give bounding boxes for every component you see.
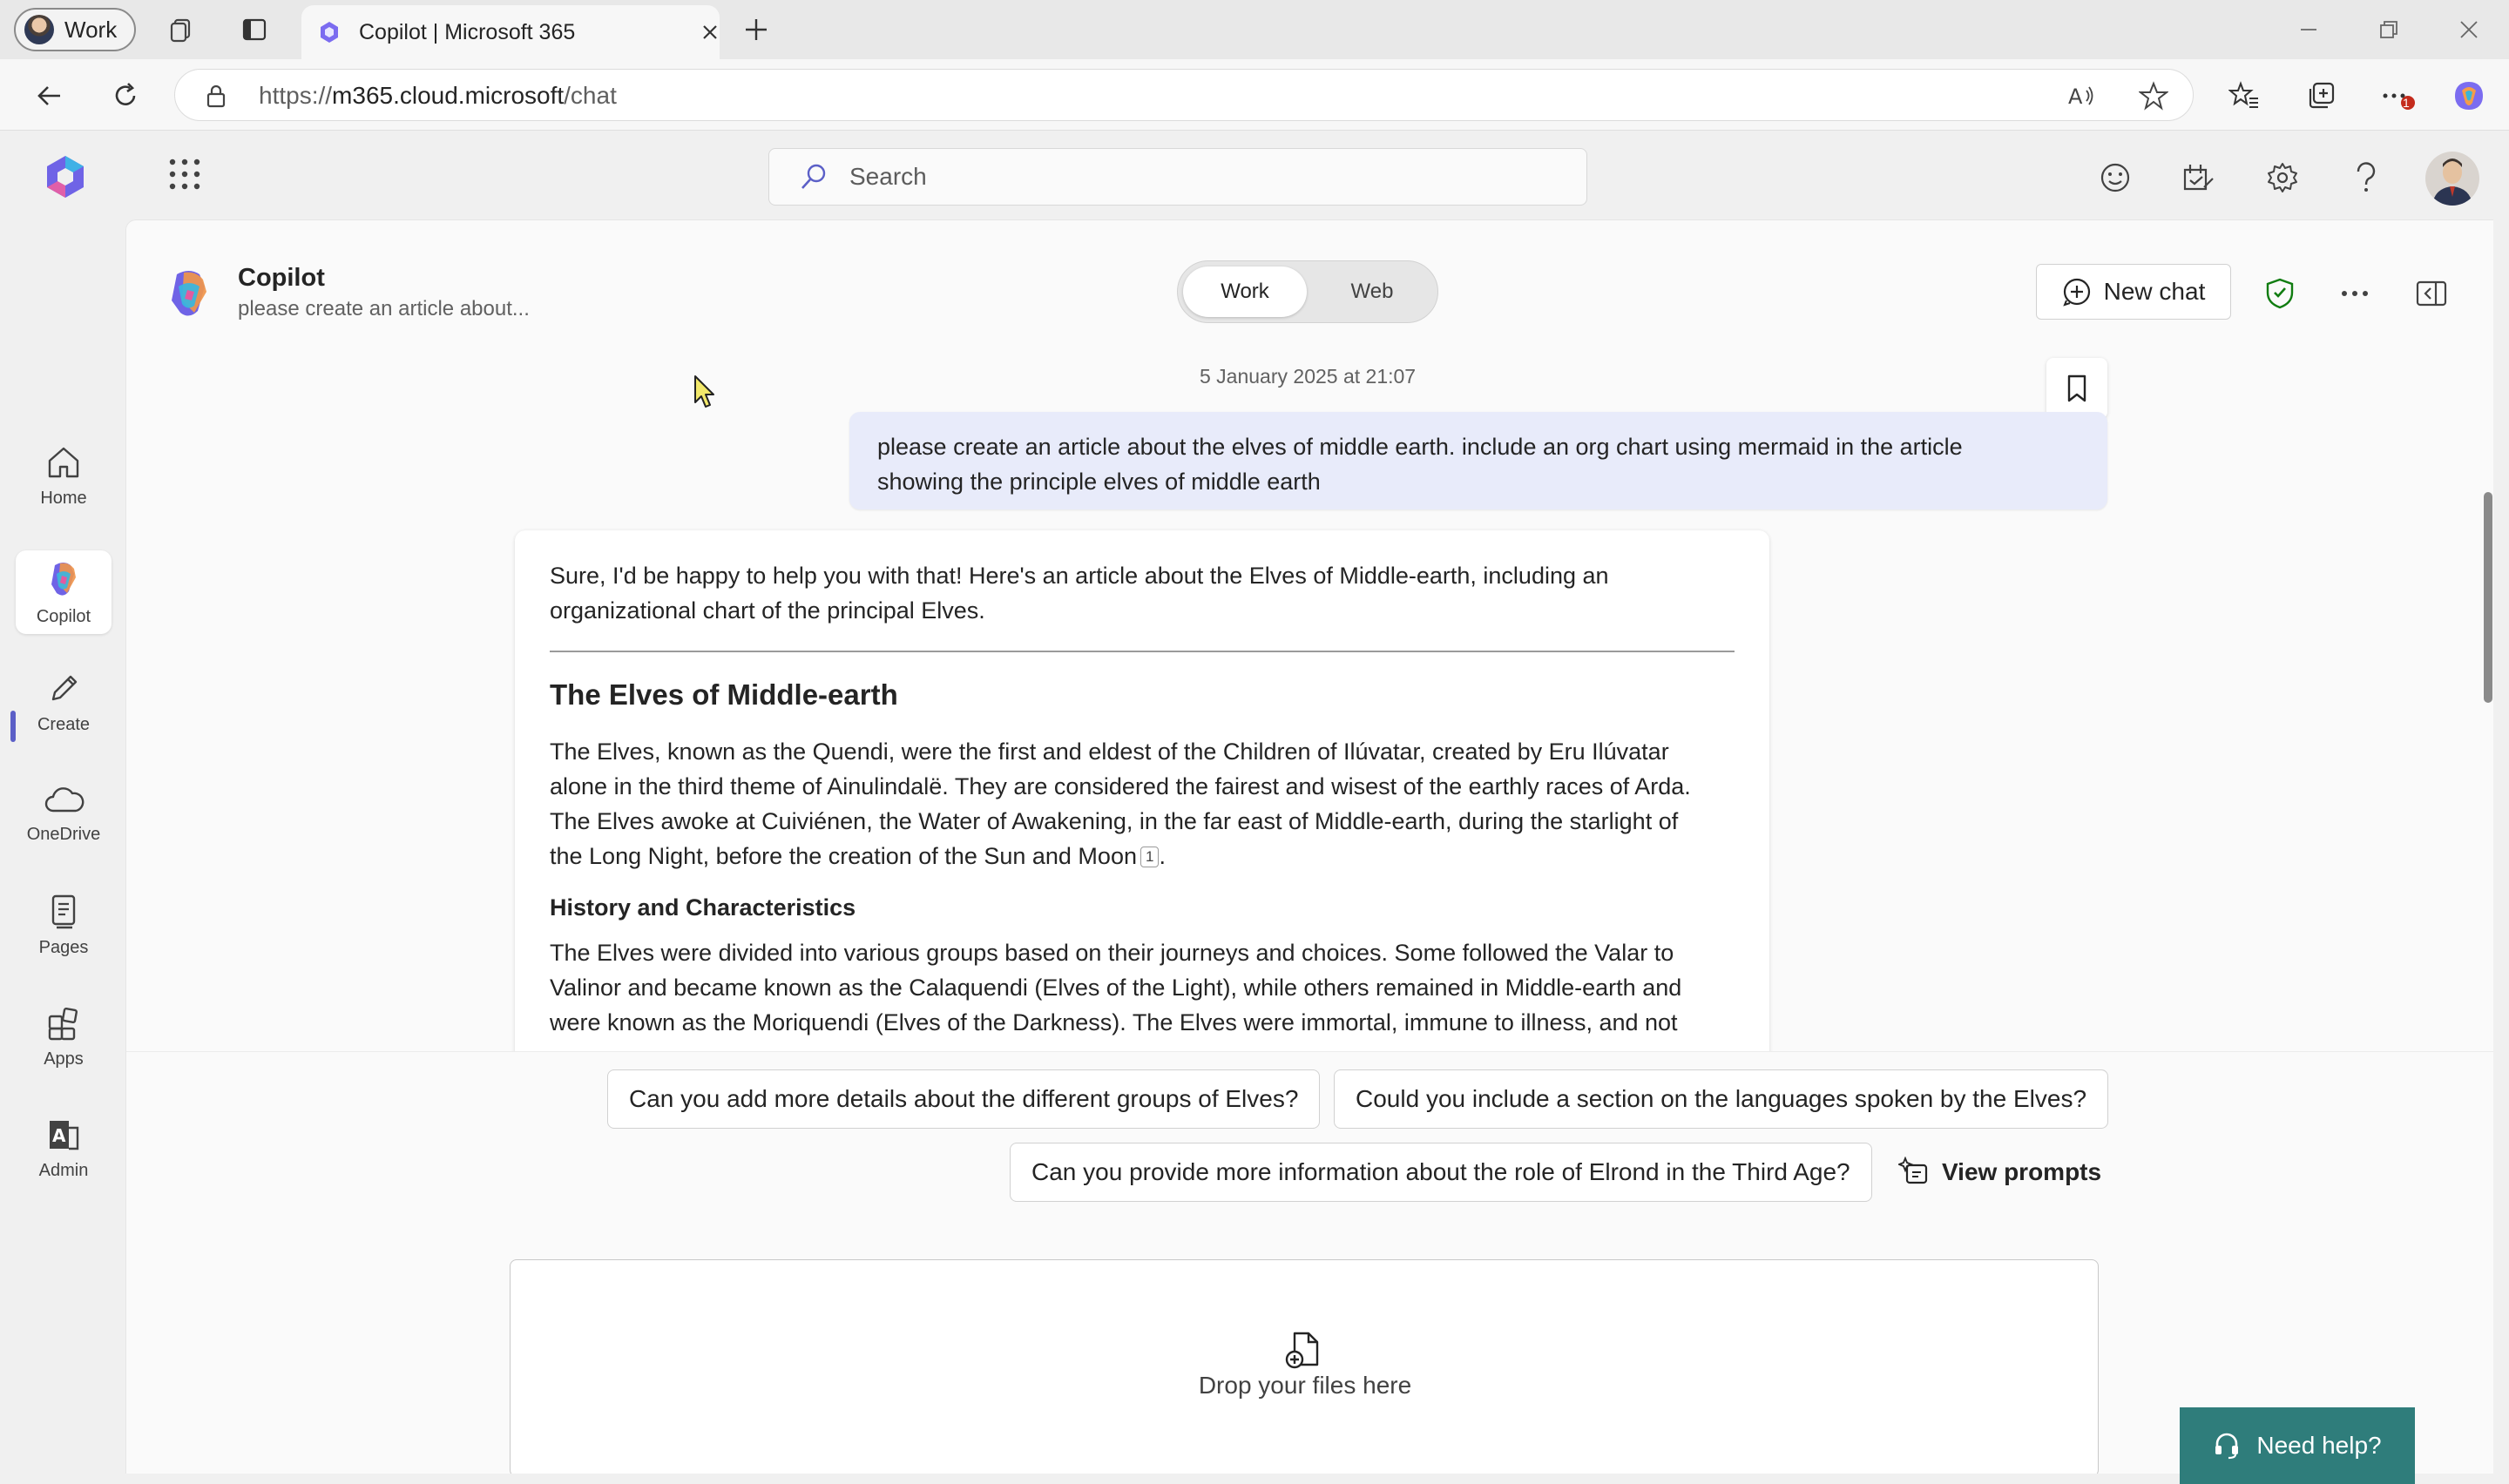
back-icon[interactable] [30,77,68,115]
admin-icon: A [50,1120,79,1150]
feedback-smiley-icon[interactable] [2096,159,2134,197]
browser-tab-strip: Work Copilot | Microsoft 365 [0,0,2509,59]
search-icon [801,164,826,189]
article-paragraph: The Elves were divided into various grou… [550,940,1682,1035]
collections-icon[interactable] [2302,77,2340,115]
profile-button[interactable]: Work [14,8,136,51]
search-input[interactable]: Search [768,148,1587,206]
url-text[interactable]: https://m365.cloud.microsoft/chat [259,82,617,110]
toggle-web[interactable]: Web [1310,266,1434,317]
profile-avatar [24,15,54,44]
new-chat-icon [2062,278,2090,307]
open-side-pane-icon[interactable] [2412,274,2451,313]
whats-new-icon[interactable] [2180,159,2218,197]
rail-item-apps[interactable]: Apps [16,995,112,1078]
copilot-chat-panel: Copilot please create an article about..… [125,219,2493,1474]
svg-text:A: A [52,1125,66,1146]
mouse-cursor [693,374,716,409]
extension-badge: 1 [2403,96,2410,110]
composer-area: Can you add more details about the diffe… [126,1051,2493,1474]
user-avatar[interactable] [2425,152,2479,206]
copilot-sidebar-icon[interactable] [2450,77,2488,115]
message-timestamp: 5 January 2025 at 21:07 [1200,365,1417,388]
new-chat-label: New chat [2103,278,2206,305]
divider [550,651,1735,652]
read-aloud-icon[interactable]: A [2067,82,2097,110]
rail-item-pages[interactable]: Pages [16,883,112,967]
article-subheading: History and Characteristics [550,894,856,921]
work-web-toggle[interactable]: Work Web [1177,260,1438,323]
m365-header: Search [125,131,2509,219]
rail-item-copilot[interactable]: Copilot [16,550,112,634]
favorites-icon[interactable] [2225,77,2263,115]
more-options-icon[interactable]: 1 [2378,77,2417,115]
suggestion-chip[interactable]: Can you add more details about the diffe… [607,1069,1321,1129]
bookmark-icon [2067,374,2086,402]
bookmark-button[interactable] [2046,358,2107,419]
close-tab-icon[interactable] [700,23,720,42]
svg-text:A: A [2068,84,2083,109]
close-window-icon[interactable] [2452,12,2486,47]
app-launcher-icon[interactable] [167,157,202,192]
copilot-favicon-icon [321,22,338,43]
chat-title: Copilot [238,264,325,292]
app-rail: Home Copilot Create OneDrive Pages Apps … [0,131,125,1484]
apps-icon [48,1007,78,1040]
copilot-logo-icon [161,266,217,321]
pages-icon [51,894,76,928]
view-prompts-label: View prompts [1942,1158,2102,1185]
chat-scrollbar[interactable] [2484,492,2492,703]
protected-shield-icon[interactable] [2261,274,2299,313]
m365-logo-icon[interactable] [42,153,89,200]
help-question-icon[interactable] [2347,159,2385,197]
rail-item-create[interactable]: Create [16,660,112,744]
new-chat-button[interactable]: New chat [2036,264,2231,320]
rail-item-home[interactable]: Home [16,434,112,517]
home-icon [48,447,79,477]
copilot-response-card: Sure, I'd be happy to help you with that… [515,530,1769,1140]
rail-item-onedrive[interactable]: OneDrive [16,772,112,855]
suggestion-chip[interactable]: Could you include a section on the langu… [1334,1069,2109,1129]
article-heading: The Elves of Middle-earth [550,678,898,711]
tab-copilot[interactable]: Copilot | Microsoft 365 [301,5,720,59]
tab-title: Copilot | Microsoft 365 [359,19,576,44]
address-bar[interactable]: https://m365.cloud.microsoft/chat A [174,69,2194,121]
pencil-icon [51,675,78,700]
user-message-line: please create an article about the elves… [877,434,1963,460]
view-prompts-button[interactable]: View prompts [1898,1148,2101,1197]
restore-icon[interactable] [2371,12,2406,47]
browser-toolbar: https://m365.cloud.microsoft/chat A 1 [0,59,2509,131]
minimize-icon[interactable] [2291,12,2326,47]
refresh-icon[interactable] [106,77,145,115]
m365-app: Home Copilot Create OneDrive Pages Apps … [0,131,2509,1484]
profile-label: Work [64,16,118,43]
citation-badge[interactable]: 1 [1140,847,1160,867]
workspaces-icon[interactable] [164,12,199,47]
tab-actions-icon[interactable] [237,12,272,47]
need-help-button[interactable]: Need help? [2180,1407,2415,1484]
prompts-sparkle-icon [1898,1157,1928,1184]
headset-icon [2215,1433,2239,1460]
favorite-star-icon[interactable] [2139,81,2168,111]
drop-files-label: Drop your files here [1198,1372,1412,1399]
cloud-icon [44,786,85,812]
need-help-label: Need help? [2256,1432,2382,1459]
suggestion-chip[interactable]: Can you provide more information about t… [1010,1143,1872,1202]
toggle-work[interactable]: Work [1183,266,1307,317]
user-message-line: showing the principle elves of middle ea… [877,469,1321,495]
chat-subtitle: please create an article about... [238,297,530,320]
copilot-icon [51,562,76,596]
search-placeholder: Search [849,163,927,190]
settings-gear-icon[interactable] [2263,159,2302,197]
response-intro: Sure, I'd be happy to help you with that… [550,563,1609,624]
add-file-icon [1285,1332,1319,1369]
rail-item-admin[interactable]: A Admin [16,1106,112,1190]
new-tab-icon[interactable] [739,12,774,47]
file-drop-zone[interactable]: Drop your files here [510,1259,2099,1474]
more-actions-icon[interactable] [2336,274,2374,313]
article-paragraph: The Elves, known as the Quendi, were the… [550,739,1691,869]
lock-icon[interactable] [205,84,227,108]
user-message-bubble: please create an article about the elves… [849,412,2107,509]
